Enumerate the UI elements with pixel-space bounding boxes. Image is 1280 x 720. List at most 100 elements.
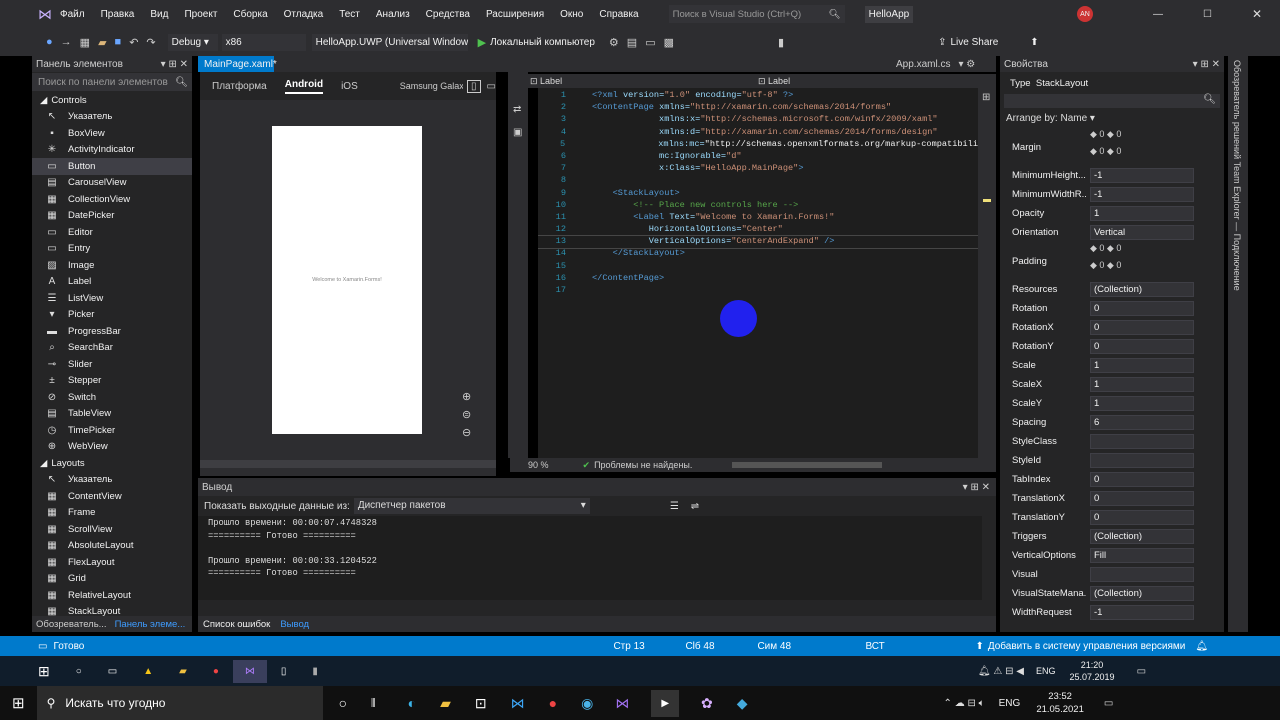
tab-android[interactable]: Android: [284, 79, 324, 94]
property-value[interactable]: -1: [1090, 605, 1194, 620]
toolbox-item[interactable]: ▤ TableView: [32, 406, 192, 423]
tab-app-cs[interactable]: App.xaml.cs: [896, 59, 950, 70]
clear-icon[interactable]: ☰: [670, 501, 679, 512]
toolbox-item[interactable]: ▨ Image: [32, 257, 192, 274]
problems-status[interactable]: Проблемы не найдены.: [594, 460, 692, 470]
new-icon[interactable]: ▦: [80, 36, 90, 49]
toolbox-item[interactable]: ▬ ProgressBar: [32, 323, 192, 340]
host-lang[interactable]: ENG: [999, 698, 1021, 709]
vs-host-icon[interactable]: ⋈: [615, 695, 629, 712]
layout-icon[interactable]: ▤: [627, 36, 637, 49]
menu-item[interactable]: Проект: [184, 9, 217, 20]
tray-icons[interactable]: 🔔︎ ⚠ ⊟ ◀︎: [978, 666, 1024, 677]
pin-icon[interactable]: ▾ ⊞ ✕: [161, 59, 188, 70]
menu-item[interactable]: Вид: [150, 9, 168, 20]
arrange-select[interactable]: Arrange by: Name ▾: [1000, 108, 1224, 128]
toolbox-item[interactable]: ▦ Frame: [32, 505, 192, 522]
vs-logo-icon[interactable]: ⋈: [38, 6, 52, 23]
thickness-editor[interactable]: ◆ 0 ◆ 0 ◆ 0 ◆ 0: [1090, 244, 1121, 278]
property-value[interactable]: 0: [1090, 339, 1194, 354]
search-icon[interactable]: ○: [76, 666, 82, 677]
output-pin-icon[interactable]: ▾ ⊞ ✕: [963, 482, 990, 493]
menu-item[interactable]: Окно: [560, 9, 583, 20]
start-icon[interactable]: ⊞: [38, 663, 50, 680]
toolbox-item[interactable]: ⊕ WebView: [32, 439, 192, 456]
tab-ios[interactable]: iOS: [341, 81, 358, 92]
toolbox-item[interactable]: ▭ Button: [32, 158, 192, 175]
toolbox-item[interactable]: ↖ Указатель: [32, 472, 192, 489]
toolbox-item[interactable]: A Label: [32, 274, 192, 291]
host-start-icon[interactable]: ⊞: [12, 694, 25, 712]
inner-clock[interactable]: 21:20 25.07.2019: [1070, 659, 1115, 683]
bookmark-icon[interactable]: ▮: [778, 36, 784, 49]
feedback-icon[interactable]: ⬆: [1030, 37, 1038, 48]
tab-solution-explorer[interactable]: Обозреватель...: [32, 619, 111, 630]
collapse-icon[interactable]: ▣: [513, 127, 528, 138]
output-source-select[interactable]: Диспетчер пакетов ▾: [353, 498, 590, 514]
toolbox-item[interactable]: ▾ Picker: [32, 307, 192, 324]
open-icon[interactable]: ▰: [98, 36, 106, 49]
menu-item[interactable]: Средства: [426, 9, 470, 20]
menu-item[interactable]: Анализ: [376, 9, 410, 20]
tab-close-icon[interactable]: ▾ ⚙: [958, 59, 975, 70]
toolbox-item[interactable]: ▦ ScrollView: [32, 521, 192, 538]
property-value[interactable]: 1: [1090, 377, 1194, 392]
property-value[interactable]: -1: [1090, 168, 1194, 183]
app-icon-3[interactable]: ◆: [737, 695, 748, 712]
tab-platform[interactable]: Платформа: [212, 81, 267, 92]
landscape-icon[interactable]: ▭: [487, 81, 496, 92]
zoom-reset-icon[interactable]: ⊜: [462, 406, 471, 424]
toolbox-item[interactable]: ▦ CollectionView: [32, 191, 192, 208]
toolbox-item[interactable]: ▦ Grid: [32, 571, 192, 588]
avatar[interactable]: AN: [1076, 6, 1093, 22]
toolbox-item[interactable]: ▦ DatePicker: [32, 208, 192, 225]
notifications-icon[interactable]: ▭: [1137, 666, 1146, 677]
layouts-group[interactable]: ◢ Layouts: [32, 455, 192, 472]
property-value[interactable]: -1: [1090, 187, 1194, 202]
property-value[interactable]: Fill: [1090, 548, 1194, 563]
property-value[interactable]: 0: [1090, 510, 1194, 525]
save-icon[interactable]: ■: [115, 36, 122, 48]
property-value[interactable]: [1090, 567, 1194, 582]
store-icon[interactable]: ⊡: [475, 695, 487, 712]
menu-item[interactable]: Сборка: [233, 9, 267, 20]
menu-item[interactable]: Правка: [101, 9, 135, 20]
controls-group[interactable]: ◢ Controls: [32, 92, 192, 109]
chrome-icon[interactable]: ●: [213, 666, 219, 677]
toolbox-item[interactable]: ⊘ Switch: [32, 389, 192, 406]
property-value[interactable]: 0: [1090, 472, 1194, 487]
toolbox-item[interactable]: ◷ TimePicker: [32, 422, 192, 439]
monitor-icon[interactable]: ▭: [645, 36, 655, 49]
toolbox-item[interactable]: ▦ FlexLayout: [32, 554, 192, 571]
menu-item[interactable]: Справка: [599, 9, 638, 20]
explorer-icon[interactable]: ▰: [440, 695, 451, 712]
run-button[interactable]: Локальный компьютер: [490, 37, 595, 48]
host-tray-icons[interactable]: ⌃ ☁ ⊟ 🔈︎: [944, 698, 985, 709]
wrap-icon[interactable]: ⇌: [691, 501, 699, 512]
minimize-icon[interactable]: —: [1153, 9, 1163, 20]
inner-lang[interactable]: ENG: [1036, 666, 1056, 676]
property-value[interactable]: 0: [1090, 491, 1194, 506]
telegram-icon[interactable]: ◉: [581, 695, 593, 712]
menu-item[interactable]: Отладка: [284, 9, 324, 20]
nav-left[interactable]: ⊡ Label: [528, 76, 758, 87]
back-icon[interactable]: ●: [46, 36, 53, 48]
menu-item[interactable]: Тест: [339, 9, 360, 20]
editor-vscroll[interactable]: ⊞: [978, 88, 996, 458]
vscode-icon[interactable]: ⋈: [511, 695, 525, 712]
grid-icon[interactable]: ▩: [664, 36, 674, 49]
output-text[interactable]: Прошло времени: 00:00:07.4748328 ========…: [198, 516, 982, 600]
tab-error-list[interactable]: Список ошибок: [198, 619, 275, 630]
search-input[interactable]: Поиск в Visual Studio (Ctrl+Q) 🔍︎: [668, 5, 845, 23]
nav-right[interactable]: ⊡ Label: [758, 76, 790, 87]
toolbox-item[interactable]: ⌕ SearchBar: [32, 340, 192, 357]
property-value[interactable]: 0: [1090, 301, 1194, 316]
side-tabs[interactable]: Обозреватель решений Team Explorer — Под…: [1228, 56, 1248, 632]
toolbox-item[interactable]: ▤ CarouselView: [32, 175, 192, 192]
property-value[interactable]: Vertical: [1090, 225, 1194, 240]
tab-output[interactable]: Вывод: [275, 619, 314, 630]
portrait-icon[interactable]: ▯: [467, 79, 481, 93]
liveshare-icon[interactable]: ⇪: [938, 37, 946, 48]
phone-icon[interactable]: ▮: [312, 666, 318, 677]
device-select[interactable]: Samsung Galaxy S9: [400, 81, 463, 91]
